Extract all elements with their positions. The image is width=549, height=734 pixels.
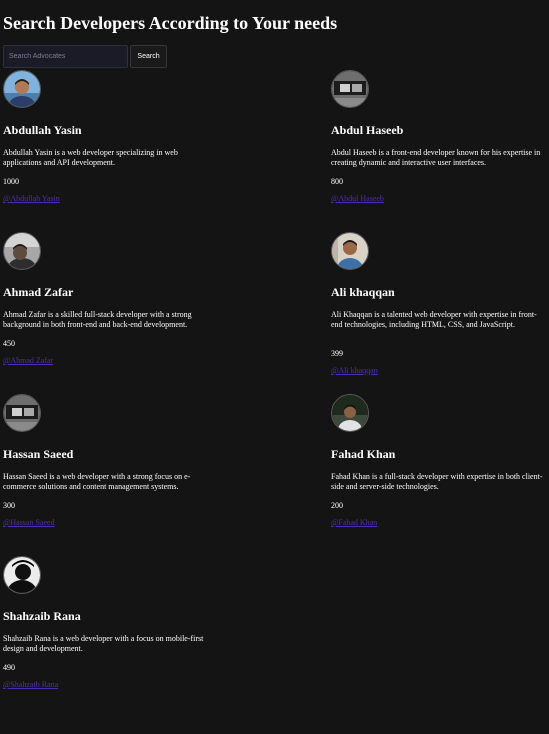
developer-name: Fahad Khan	[331, 447, 396, 461]
search-button[interactable]: Search	[130, 45, 167, 68]
profile-photo-icon	[4, 71, 40, 107]
profile-photo-icon	[4, 233, 40, 269]
profile-photo-icon	[4, 557, 40, 593]
profile-photo-icon	[332, 395, 368, 431]
developer-handle-link[interactable]: @Fahad Khan	[331, 518, 377, 528]
developer-description: Abdullah Yasin is a web developer specia…	[3, 148, 178, 167]
developer-count: 1000	[3, 177, 19, 186]
developer-description: Ahmad Zafar is a skilled full-stack deve…	[3, 310, 192, 329]
developer-description: Shahzaib Rana is a web developer with a …	[3, 634, 204, 653]
developer-count: 800	[331, 177, 343, 186]
avatar	[331, 232, 369, 270]
avatar	[3, 70, 41, 108]
developer-handle-link[interactable]: @Abdul Haseeb	[331, 194, 384, 204]
developer-name: Shahzaib Rana	[3, 609, 81, 623]
search-bar: Search	[3, 45, 167, 68]
avatar	[3, 394, 41, 432]
developer-handle-link[interactable]: @Ali khaqqan	[331, 366, 378, 376]
avatar	[3, 556, 41, 594]
page-title: Search Developers According to Your need…	[3, 13, 338, 33]
profile-photo-icon	[4, 395, 40, 431]
profile-photo-icon	[332, 233, 368, 269]
developer-handle-link[interactable]: @Abdullah Yasin	[3, 194, 60, 204]
developer-name: Hassan Saeed	[3, 447, 74, 461]
developer-description: Abdul Haseeb is a front-end developer kn…	[331, 148, 541, 167]
developer-search-page: Search Developers According to Your need…	[0, 0, 549, 734]
avatar	[3, 232, 41, 270]
developer-count: 399	[331, 349, 343, 358]
avatar	[331, 394, 369, 432]
developer-handle-link[interactable]: @Ahmad Zafar	[3, 356, 53, 366]
developer-count: 450	[3, 339, 15, 348]
developer-count: 490	[3, 663, 15, 672]
developer-count: 300	[3, 501, 15, 510]
developer-description: Hassan Saeed is a web developer with a s…	[3, 472, 191, 491]
developer-handle-link[interactable]: @Hassan Saeed	[3, 518, 55, 528]
developer-description: Fahad Khan is a full-stack developer wit…	[331, 472, 543, 491]
search-input[interactable]	[3, 45, 128, 68]
developer-handle-link[interactable]: @Shahzaib Rana	[3, 680, 58, 690]
developer-count: 200	[331, 501, 343, 510]
developer-name: Abdul Haseeb	[331, 123, 404, 137]
developer-description: Ali Khaqqan is a talented web developer …	[331, 310, 537, 329]
developer-name: Ali khaqqan	[331, 285, 395, 299]
developer-name: Ahmad Zafar	[3, 285, 74, 299]
avatar	[331, 70, 369, 108]
profile-photo-icon	[332, 71, 368, 107]
developer-name: Abdullah Yasin	[3, 123, 82, 137]
